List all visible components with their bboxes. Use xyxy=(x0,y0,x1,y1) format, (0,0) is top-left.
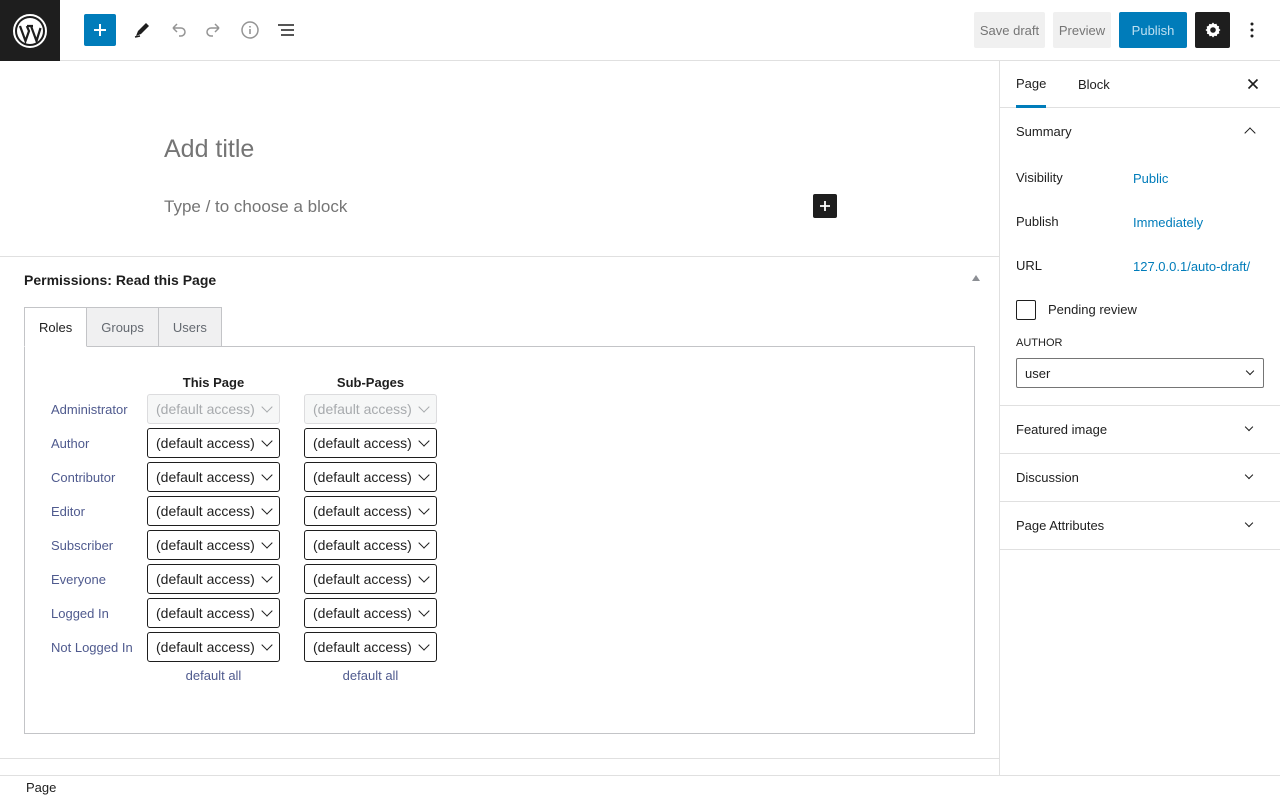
author-label: AUTHOR xyxy=(1016,337,1063,349)
permissions-tabs: Roles Groups Users xyxy=(24,307,222,347)
undo-button[interactable] xyxy=(162,14,194,46)
default-all-this-page-link[interactable]: default all xyxy=(147,668,280,683)
role-sub-pages-select[interactable]: (default access) xyxy=(304,564,437,594)
breadcrumb-page[interactable]: Page xyxy=(26,780,56,795)
chevron-down-icon[interactable] xyxy=(1244,470,1254,480)
pending-review-label[interactable]: Pending review xyxy=(1048,302,1137,317)
chevron-down-icon[interactable] xyxy=(1244,422,1254,432)
panel-divider xyxy=(1000,405,1280,406)
plus-icon xyxy=(94,24,106,36)
visibility-toggle[interactable]: Public xyxy=(1133,171,1168,186)
wordpress-logo-icon[interactable] xyxy=(0,0,60,61)
panel-divider xyxy=(1000,453,1280,454)
role-sub-pages-select: (default access) xyxy=(304,394,437,424)
plus-icon xyxy=(820,201,830,211)
role-this-page-select[interactable]: (default access) xyxy=(147,530,280,560)
role-label: Subscriber xyxy=(51,538,114,553)
default-block-appender[interactable]: Type / to choose a block xyxy=(164,197,347,217)
permissions-metabox: Permissions: Read this Page Roles Groups… xyxy=(0,256,999,734)
publish-button[interactable]: Publish xyxy=(1119,12,1187,48)
list-view-button[interactable] xyxy=(270,14,302,46)
gear-icon xyxy=(1205,22,1220,38)
collapse-toggle-icon[interactable] xyxy=(972,275,980,281)
redo-button[interactable] xyxy=(198,14,230,46)
preview-button[interactable]: Preview xyxy=(1053,12,1111,48)
tab-block[interactable]: Block xyxy=(1078,61,1110,108)
panel-divider xyxy=(1000,501,1280,502)
role-this-page-select[interactable]: (default access) xyxy=(147,598,280,628)
close-sidebar-button[interactable] xyxy=(1244,75,1262,93)
roles-panel: This Page Sub-Pages Administrator (defau… xyxy=(24,346,975,734)
sidebar-tabs: Page Block xyxy=(1000,61,1280,108)
visibility-label: Visibility xyxy=(1016,170,1063,185)
editor-canvas: Add title Type / to choose a block Permi… xyxy=(0,61,999,775)
chevron-up-icon[interactable] xyxy=(1244,127,1256,139)
tab-users[interactable]: Users xyxy=(157,307,222,347)
url-link[interactable]: 127.0.0.1/auto-draft/ xyxy=(1133,259,1250,274)
summary-panel-title[interactable]: Summary xyxy=(1016,124,1072,139)
publish-label: Publish xyxy=(1016,214,1059,229)
add-block-button[interactable] xyxy=(813,194,837,218)
role-label: Not Logged In xyxy=(51,640,133,655)
save-draft-button[interactable]: Save draft xyxy=(974,12,1045,48)
panel-divider xyxy=(1000,549,1280,550)
role-label: Author xyxy=(51,436,90,451)
role-sub-pages-select[interactable]: (default access) xyxy=(304,496,437,526)
role-this-page-select[interactable]: (default access) xyxy=(147,428,280,458)
role-label: Contributor xyxy=(51,470,116,485)
more-vertical-icon xyxy=(1250,22,1254,38)
column-header-sub-pages: Sub-Pages xyxy=(336,375,405,390)
role-label: Everyone xyxy=(51,572,106,587)
discussion-panel-title[interactable]: Discussion xyxy=(1016,470,1079,485)
details-button[interactable] xyxy=(234,14,266,46)
pending-review-checkbox[interactable] xyxy=(1016,300,1036,320)
role-this-page-select[interactable]: (default access) xyxy=(147,462,280,492)
tab-roles[interactable]: Roles xyxy=(24,307,88,347)
pencil-icon xyxy=(134,23,149,38)
role-this-page-select: (default access) xyxy=(147,394,280,424)
tab-page[interactable]: Page xyxy=(1016,61,1047,108)
default-all-sub-pages-link[interactable]: default all xyxy=(304,668,437,683)
settings-sidebar: Page Block Summary Visibility Public Pub… xyxy=(999,61,1280,775)
role-label: Administrator xyxy=(51,402,128,417)
options-menu-button[interactable] xyxy=(1238,14,1266,46)
block-breadcrumb-bar: Page xyxy=(0,775,1280,800)
role-sub-pages-select[interactable]: (default access) xyxy=(304,632,437,662)
chevron-down-icon[interactable] xyxy=(1244,518,1254,528)
close-icon xyxy=(1247,78,1259,90)
author-select[interactable]: user xyxy=(1016,358,1264,388)
role-label: Logged In xyxy=(51,606,109,621)
block-inserter-button[interactable] xyxy=(84,14,116,46)
role-label: Editor xyxy=(51,504,85,519)
tab-groups[interactable]: Groups xyxy=(86,307,159,347)
role-this-page-select[interactable]: (default access) xyxy=(147,632,280,662)
metabox-title: Permissions: Read this Page xyxy=(24,272,217,288)
role-sub-pages-select[interactable]: (default access) xyxy=(304,462,437,492)
featured-image-panel-title[interactable]: Featured image xyxy=(1016,422,1107,437)
role-sub-pages-select[interactable]: (default access) xyxy=(304,428,437,458)
url-label: URL xyxy=(1016,258,1043,273)
post-title-input[interactable]: Add title xyxy=(164,135,254,164)
metabox-divider xyxy=(0,758,999,759)
role-sub-pages-select[interactable]: (default access) xyxy=(304,598,437,628)
page-attributes-panel-title[interactable]: Page Attributes xyxy=(1016,518,1104,533)
settings-button[interactable] xyxy=(1195,12,1230,48)
role-sub-pages-select[interactable]: (default access) xyxy=(304,530,437,560)
undo-icon xyxy=(172,23,186,37)
edit-tools-button[interactable] xyxy=(126,14,158,46)
editor-header: Save draft Preview Publish xyxy=(0,0,1280,61)
column-header-this-page: This Page xyxy=(182,375,245,390)
publish-date-toggle[interactable]: Immediately xyxy=(1133,215,1203,230)
list-view-icon xyxy=(278,24,294,36)
role-this-page-select[interactable]: (default access) xyxy=(147,564,280,594)
redo-icon xyxy=(206,23,220,37)
role-this-page-select[interactable]: (default access) xyxy=(147,496,280,526)
info-icon xyxy=(241,21,259,39)
